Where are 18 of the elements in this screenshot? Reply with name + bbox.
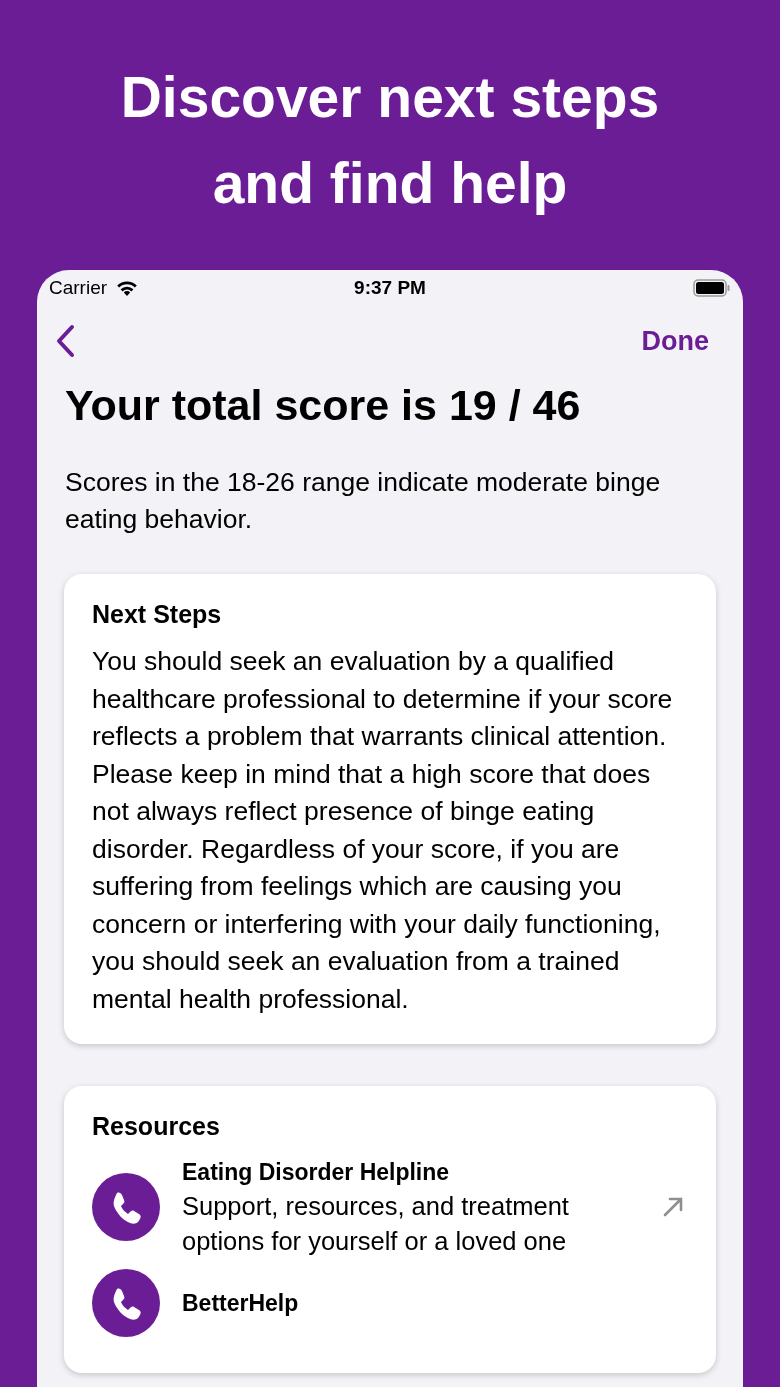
card-heading: Resources <box>92 1112 221 1141</box>
battery-icon <box>693 279 731 297</box>
status-time: 9:37 PM <box>354 277 426 299</box>
done-button[interactable]: Done <box>641 325 709 357</box>
phone-icon <box>92 1269 160 1337</box>
carrier-label: Carrier <box>49 277 108 299</box>
resource-title[interactable]: Eating Disorder Helpline <box>182 1155 640 1189</box>
score-title: Your total score is 19 / 46 <box>65 380 582 431</box>
next-steps-text: You should seek an evaluation by a qualified healthcare professional to determine if your score reflects a problem that warrants clinical attention. Please keep in mind that a high score that does not always reflect presence of binge eating disorder. Regardless of your score, if you are suffering from feelings which are causing you concern or interfering with your daily functioning, you should seek an evaluation from a trained mental health professional. <box>92 645 674 1016</box>
phone-icon <box>92 1173 160 1241</box>
card-heading: Next Steps <box>92 600 223 629</box>
resource-title[interactable]: BetterHelp <box>182 1286 688 1320</box>
back-button[interactable] <box>55 324 75 358</box>
resource-description: Support, resources, and treatment options for yourself or a loved one <box>182 1191 570 1257</box>
headline: Discover next steps and find help <box>119 64 661 217</box>
score-summary: Scores in the 18-26 range indicate moderate binge eating behavior. <box>65 466 662 536</box>
external-link-arrow-icon[interactable] <box>662 1196 684 1218</box>
wifi-icon <box>115 279 140 297</box>
